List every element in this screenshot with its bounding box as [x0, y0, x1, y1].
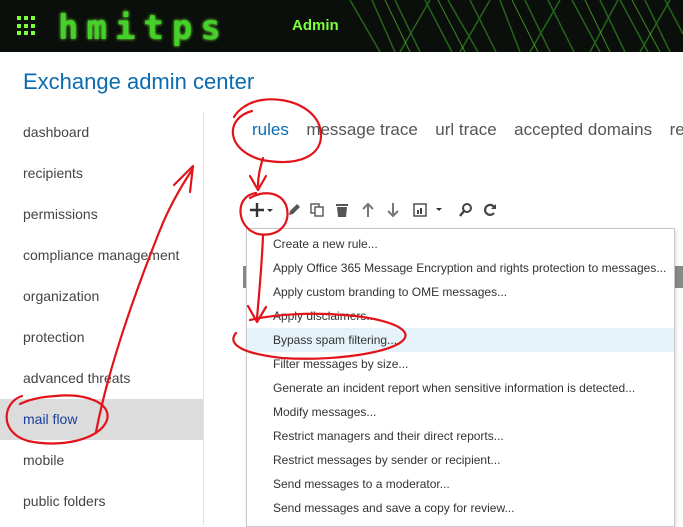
menu-item-restrict-managers[interactable]: Restrict managers and their direct repor… [247, 424, 674, 448]
menu-item-send-and-save-copy[interactable]: Send messages and save a copy for review… [247, 496, 674, 520]
nav-divider [203, 112, 204, 525]
menu-item-modify-messages[interactable]: Modify messages... [247, 400, 674, 424]
nav-item-public-folders[interactable]: public folders [0, 481, 203, 522]
nav-item-advanced-threats[interactable]: advanced threats [0, 358, 203, 399]
report-icon[interactable] [413, 199, 445, 221]
nav-item-compliance-management[interactable]: compliance management [0, 235, 203, 276]
add-icon[interactable] [248, 199, 274, 221]
refresh-icon[interactable] [482, 199, 498, 221]
copy-icon[interactable] [309, 199, 325, 221]
menu-item-apply-disclaimers[interactable]: Apply disclaimers... [247, 304, 674, 328]
nav-item-mail-flow[interactable]: mail flow [0, 399, 203, 440]
left-nav: dashboard recipients permissions complia… [0, 112, 203, 522]
menu-item-send-to-moderator[interactable]: Send messages to a moderator... [247, 472, 674, 496]
nav-item-dashboard[interactable]: dashboard [0, 112, 203, 153]
menu-item-bypass-spam-filtering[interactable]: Bypass spam filtering... [247, 328, 674, 352]
app-launcher-icon[interactable] [17, 16, 37, 36]
tab-remote-domains[interactable]: ren [670, 120, 683, 140]
menu-item-apply-branding[interactable]: Apply custom branding to OME messages... [247, 280, 674, 304]
delete-icon[interactable] [334, 199, 350, 221]
menu-item-incident-report[interactable]: Generate an incident report when sensiti… [247, 376, 674, 400]
new-rule-menu: Create a new rule... Apply Office 365 Me… [246, 228, 675, 527]
menu-item-restrict-sender-recipient[interactable]: Restrict messages by sender or recipient… [247, 448, 674, 472]
nav-item-organization[interactable]: organization [0, 276, 203, 317]
nav-item-mobile[interactable]: mobile [0, 440, 203, 481]
menu-item-apply-encryption[interactable]: Apply Office 365 Message Encryption and … [247, 256, 674, 280]
page-title: Exchange admin center [23, 69, 255, 94]
nav-item-protection[interactable]: protection [0, 317, 203, 358]
top-banner: hmitps Admin [0, 0, 683, 52]
nav-item-recipients[interactable]: recipients [0, 153, 203, 194]
nav-item-permissions[interactable]: permissions [0, 194, 203, 235]
tab-bar: rules message trace url trace accepted d… [252, 120, 683, 140]
edit-icon[interactable] [286, 199, 302, 221]
tab-accepted-domains[interactable]: accepted domains [514, 120, 652, 140]
list-header-edge-right [674, 266, 683, 288]
user-role-label[interactable]: Admin [292, 17, 339, 34]
menu-item-create-new-rule[interactable]: Create a new rule... [247, 232, 674, 256]
tab-url-trace[interactable]: url trace [435, 120, 496, 140]
org-logo: hmitps [58, 8, 229, 48]
search-icon[interactable] [458, 199, 474, 221]
move-down-icon[interactable] [385, 199, 401, 221]
annotation-arrowhead-add [248, 174, 268, 192]
move-up-icon[interactable] [360, 199, 376, 221]
tab-rules[interactable]: rules [252, 120, 289, 140]
annotation-arrow-to-add [256, 156, 265, 188]
menu-item-filter-by-size[interactable]: Filter messages by size... [247, 352, 674, 376]
tab-message-trace[interactable]: message trace [306, 120, 418, 140]
